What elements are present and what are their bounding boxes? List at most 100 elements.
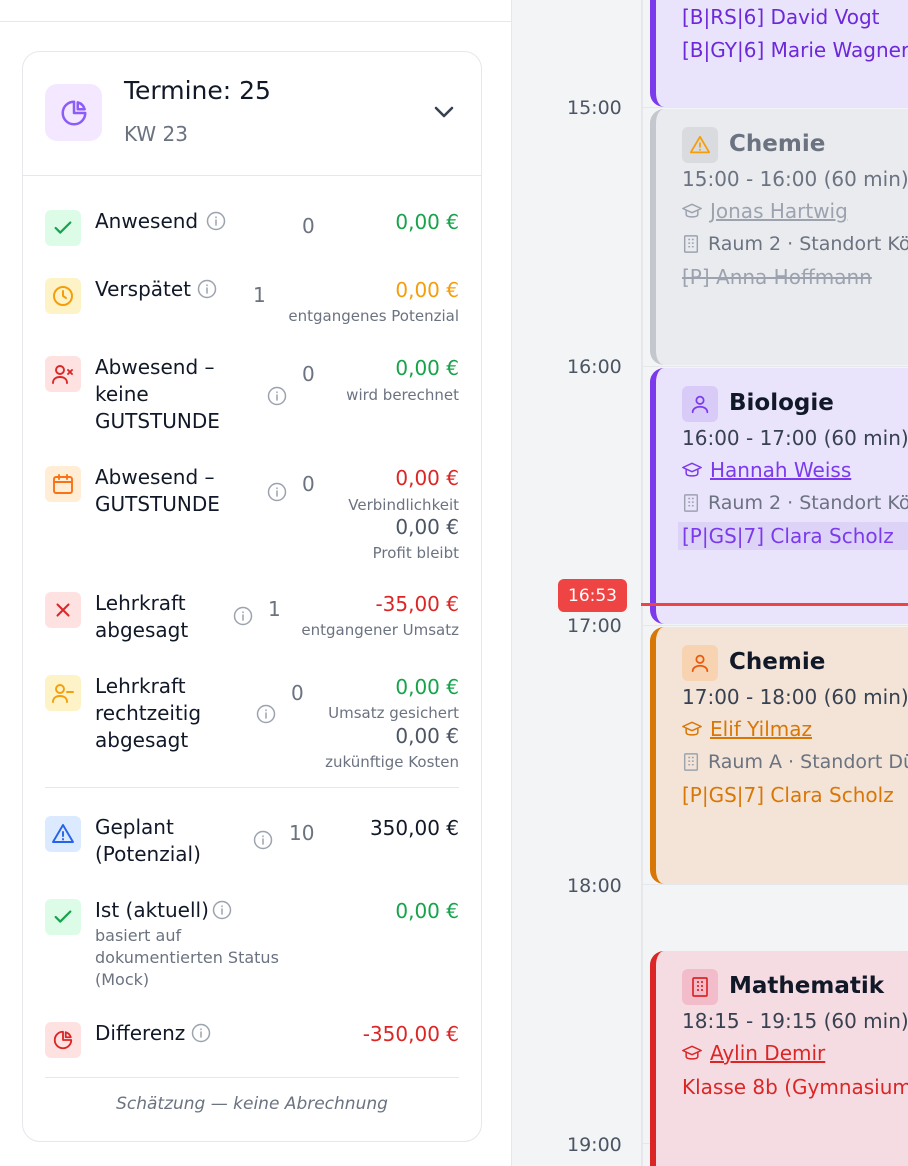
- status-row-absent-credit: Abwesend – GUTSTUNDE 0 0,00 € Verbindlic…: [45, 465, 459, 566]
- event-student[interactable]: [B|GY|6] Marie Wagner: [682, 38, 908, 62]
- summary-panel: Termine: 25 KW 23 Anwesend 0 0,00 € Vers…: [0, 0, 512, 1166]
- event-room: Raum A · Standort Dü: [682, 751, 908, 773]
- event-title: Mathematik: [729, 973, 885, 999]
- status-count: 1: [268, 597, 281, 621]
- status-note-secondary: zukünftige Kosten: [325, 753, 459, 771]
- event-room: Raum 2 · Standort Kö: [682, 233, 908, 255]
- calendar-event[interactable]: Chemie 15:00 - 16:00 (60 min) Jonas Hart…: [650, 109, 908, 365]
- event-student[interactable]: [P|GS|7] Clara Scholz: [682, 783, 894, 807]
- current-time-line: [641, 603, 908, 606]
- status-amount: 0,00 €: [395, 899, 459, 923]
- status-amount-secondary: 0,00 €: [395, 724, 459, 748]
- summary-week: KW 23: [124, 122, 188, 146]
- appointments-summary-card: Termine: 25 KW 23 Anwesend 0 0,00 € Vers…: [22, 51, 482, 1142]
- status-label: Ist (aktuell): [95, 898, 209, 922]
- status-row-teacher-cancelled-in-time: Lehrkraft rechtzeitig abgesagt 0 0,00 € …: [45, 674, 459, 775]
- event-student[interactable]: [P] Anna Hoffmann: [682, 265, 872, 289]
- column-divider: [641, 0, 643, 1166]
- status-row-absent-no-credit: Abwesend – keine GUTSTUNDE 0 0,00 € wird…: [45, 355, 459, 442]
- status-row-planned: Geplant (Potenzial) 10 350,00 €: [45, 815, 459, 872]
- status-note: entgangenes Potenzial: [288, 307, 459, 325]
- calendar-event[interactable]: Chemie 17:00 - 18:00 (60 min) Elif Yilma…: [650, 627, 908, 884]
- event-teacher-link[interactable]: Hannah Weiss: [682, 458, 851, 482]
- pie-chart-icon: [45, 84, 102, 141]
- event-student[interactable]: [P|GS|7] Clara Scholz: [678, 522, 908, 550]
- graduation-cap-icon: [682, 203, 702, 218]
- status-label: Lehrkraft abgesagt: [95, 591, 189, 642]
- status-label: Differenz: [95, 1021, 186, 1045]
- status-label: Abwesend – keine GUTSTUNDE: [95, 355, 220, 433]
- clock-icon: [45, 278, 81, 314]
- event-teacher-link[interactable]: Elif Yilmaz: [682, 717, 812, 741]
- hour-gridline: [643, 366, 908, 367]
- status-count: 1: [253, 283, 266, 307]
- event-title: Chemie: [729, 131, 826, 157]
- status-note: wird berechnet: [346, 386, 459, 404]
- status-count: 0: [302, 214, 315, 238]
- event-student[interactable]: [B|RS|6] David Vogt: [682, 5, 879, 29]
- info-icon[interactable]: [233, 606, 253, 626]
- user-icon: [682, 386, 718, 422]
- info-icon[interactable]: [191, 1023, 211, 1043]
- status-note: Umsatz gesichert: [328, 704, 459, 722]
- status-amount: 0,00 €: [395, 675, 459, 699]
- status-amount: 0,00 €: [395, 210, 459, 234]
- status-subtext: basiert auf dokumentierten Status (Mock): [95, 926, 279, 989]
- status-label: Abwesend – GUTSTUNDE: [95, 465, 220, 516]
- status-count: 0: [302, 362, 315, 386]
- status-amount: 0,00 €: [395, 356, 459, 380]
- event-time: 16:00 - 17:00 (60 min): [682, 426, 908, 450]
- event-time: 15:00 - 16:00 (60 min): [682, 167, 908, 191]
- user-x-icon: [45, 356, 81, 392]
- info-icon[interactable]: [197, 279, 217, 299]
- estimate-footnote: Schätzung — keine Abrechnung: [116, 1094, 388, 1114]
- warning-triangle-icon: [45, 816, 81, 852]
- status-amount: 0,00 €: [395, 466, 459, 490]
- divider: [45, 787, 459, 788]
- current-time-badge: 16:53: [558, 579, 627, 612]
- status-row-teacher-cancelled: Lehrkraft abgesagt 1 -35,00 € entgangene…: [45, 591, 459, 648]
- hour-gridline: [643, 107, 908, 108]
- event-teacher-link[interactable]: Jonas Hartwig: [682, 199, 848, 223]
- status-note: Verbindlichkeit: [348, 496, 459, 514]
- status-count: 0: [291, 681, 304, 705]
- event-room: Raum 2 · Standort Kö: [682, 492, 908, 514]
- status-label: Lehrkraft rechtzeitig abgesagt: [95, 674, 202, 752]
- calendar-event[interactable]: Mathematik 18:15 - 19:15 (60 min) Aylin …: [650, 951, 908, 1166]
- hour-label: 16:00: [567, 356, 622, 378]
- status-label: Verspätet: [95, 277, 192, 301]
- event-title: Biologie: [729, 390, 834, 416]
- user-minus-icon: [45, 675, 81, 711]
- check-icon: [45, 899, 81, 935]
- graduation-cap-icon: [682, 721, 702, 736]
- hour-label: 18:00: [567, 875, 622, 897]
- check-icon: [45, 210, 81, 246]
- calendar-event[interactable]: [B|RS|6] David Vogt [B|GY|6] Marie Wagne…: [650, 0, 908, 107]
- calendar-event[interactable]: Biologie 16:00 - 17:00 (60 min) Hannah W…: [650, 368, 908, 624]
- info-icon[interactable]: [212, 900, 232, 920]
- status-row-late: Verspätet 1 0,00 € entgangenes Potenzial: [45, 277, 459, 328]
- hour-gridline: [643, 884, 908, 885]
- event-teacher-link[interactable]: Aylin Demir: [682, 1041, 825, 1065]
- graduation-cap-icon: [682, 462, 702, 477]
- graduation-cap-icon: [682, 1045, 702, 1060]
- info-icon[interactable]: [267, 386, 287, 406]
- event-class[interactable]: Klasse 8b (Gymnasium I: [682, 1075, 908, 1099]
- hour-label: 17:00: [567, 615, 622, 637]
- building-icon: [683, 494, 699, 512]
- info-icon[interactable]: [267, 482, 287, 502]
- status-label: Geplant (Potenzial): [95, 815, 201, 866]
- x-icon: [45, 592, 81, 628]
- info-icon[interactable]: [256, 704, 276, 724]
- status-amount: -35,00 €: [375, 592, 459, 616]
- status-row-difference: Differenz -350,00 €: [45, 1021, 459, 1062]
- hour-gridline: [643, 625, 908, 626]
- divider: [45, 1077, 459, 1078]
- status-amount: -350,00 €: [362, 1022, 459, 1046]
- summary-card-header[interactable]: Termine: 25 KW 23: [23, 52, 481, 176]
- status-count: 10: [289, 821, 315, 845]
- user-icon: [682, 645, 718, 681]
- info-icon[interactable]: [253, 830, 273, 850]
- chevron-down-icon[interactable]: [431, 102, 457, 122]
- info-icon[interactable]: [206, 211, 226, 231]
